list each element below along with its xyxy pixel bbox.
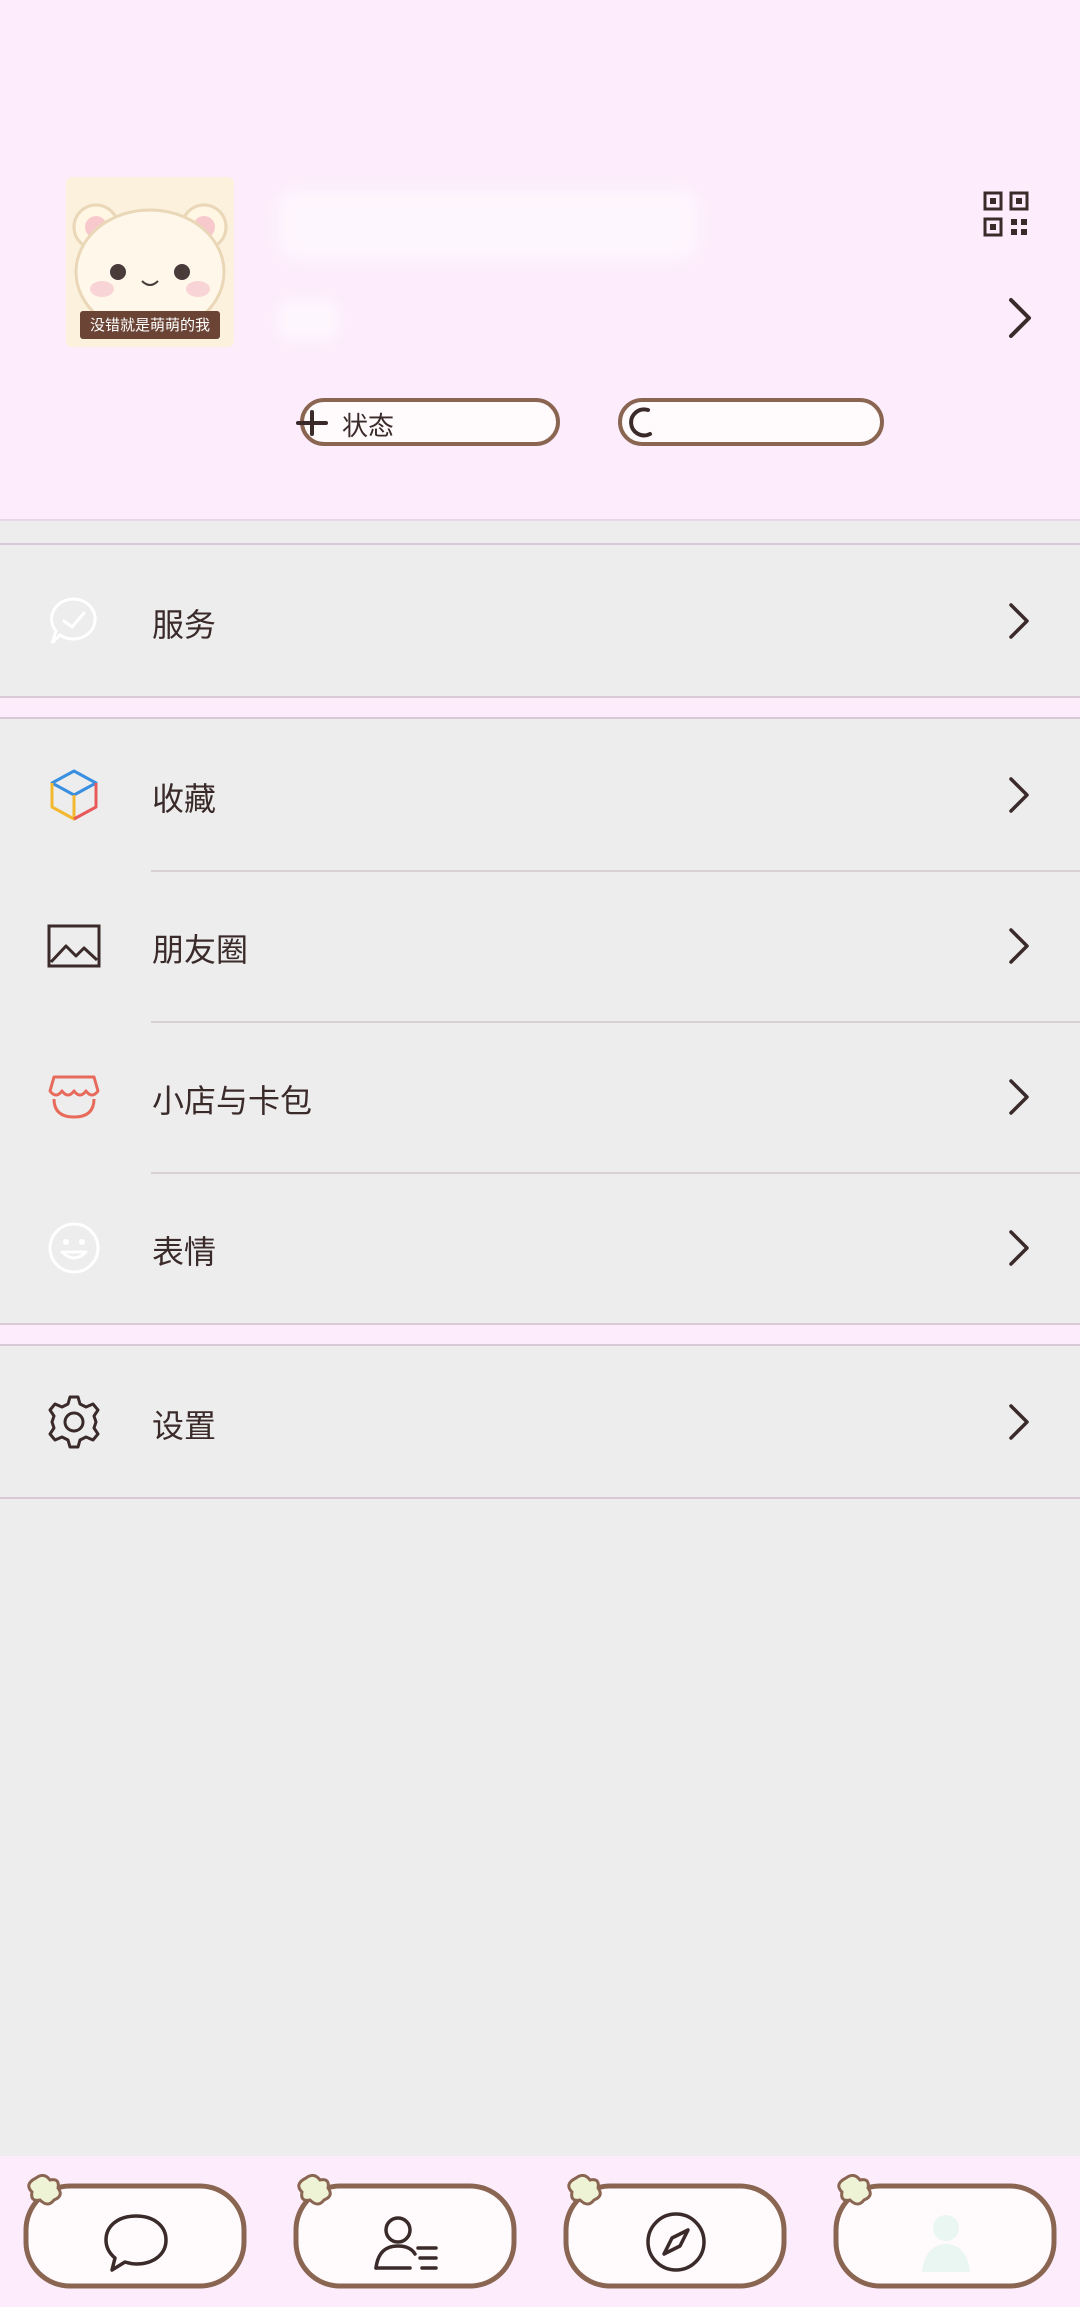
status-label: 状态 (342, 412, 395, 442)
person-icon (922, 2215, 970, 2272)
bottom-tab-bar (0, 2156, 1080, 2307)
chevron-right-icon (1009, 603, 1029, 639)
menu-item-services[interactable]: 服务 (0, 545, 1080, 696)
menu-item-label: 表情 (152, 1233, 217, 1271)
tab-me[interactable] (832, 2174, 1058, 2292)
section-gap (0, 1325, 1080, 1344)
chevron-right-icon (1009, 777, 1029, 813)
status-extra-button[interactable] (618, 398, 884, 446)
tab-contacts[interactable] (292, 2174, 518, 2292)
chevron-right-icon (1009, 1230, 1029, 1266)
chevron-right-icon (1009, 928, 1029, 964)
emoji-icon (48, 1222, 100, 1274)
avatar[interactable]: 没错就是萌萌的我 (66, 177, 234, 347)
compass-icon (646, 2212, 706, 2272)
menu-item-label: 朋友圈 (152, 931, 249, 969)
nickname-blurred (278, 190, 698, 260)
service-icon (50, 597, 97, 645)
menu-item-label: 设置 (152, 1407, 217, 1445)
favorites-cube-icon (50, 769, 98, 821)
menu-item-stickers[interactable]: 表情 (0, 1172, 1080, 1323)
menu-section-settings: 设置 (0, 1344, 1080, 1499)
menu-item-moments[interactable]: 朋友圈 (0, 870, 1080, 1021)
menu-item-label: 服务 (152, 606, 217, 644)
profile-header[interactable]: 没错就是萌萌的我 状态 (0, 0, 1080, 521)
menu-item-shop[interactable]: 小店与卡包 (0, 1021, 1080, 1172)
menu-item-label: 小店与卡包 (152, 1082, 313, 1120)
avatar-caption: 没错就是萌萌的我 (80, 311, 220, 339)
chevron-right-icon[interactable] (1005, 296, 1035, 340)
tab-discover[interactable] (562, 2174, 788, 2292)
shop-icon (48, 1075, 100, 1119)
tab-chats[interactable] (22, 2174, 248, 2292)
wechat-id-blurred (278, 300, 338, 340)
moments-image-icon (47, 924, 101, 968)
contacts-icon (374, 2216, 438, 2270)
chevron-right-icon (1009, 1079, 1029, 1115)
qr-code-icon[interactable] (982, 190, 1030, 238)
menu-section-services: 服务 (0, 543, 1080, 698)
circle-icon (629, 407, 652, 438)
menu-item-label: 收藏 (152, 780, 217, 818)
section-gap (0, 698, 1080, 717)
chevron-right-icon (1009, 1404, 1029, 1440)
menu-item-favorites[interactable]: 收藏 (0, 719, 1080, 870)
status-button[interactable]: 状态 (296, 398, 560, 446)
plus-icon (296, 410, 328, 436)
chat-bubble-icon (104, 2214, 168, 2272)
menu-item-settings[interactable]: 设置 (0, 1346, 1080, 1497)
gear-icon (48, 1395, 100, 1449)
menu-section-main: 收藏 朋友圈 小店与卡包 表情 (0, 717, 1080, 1325)
